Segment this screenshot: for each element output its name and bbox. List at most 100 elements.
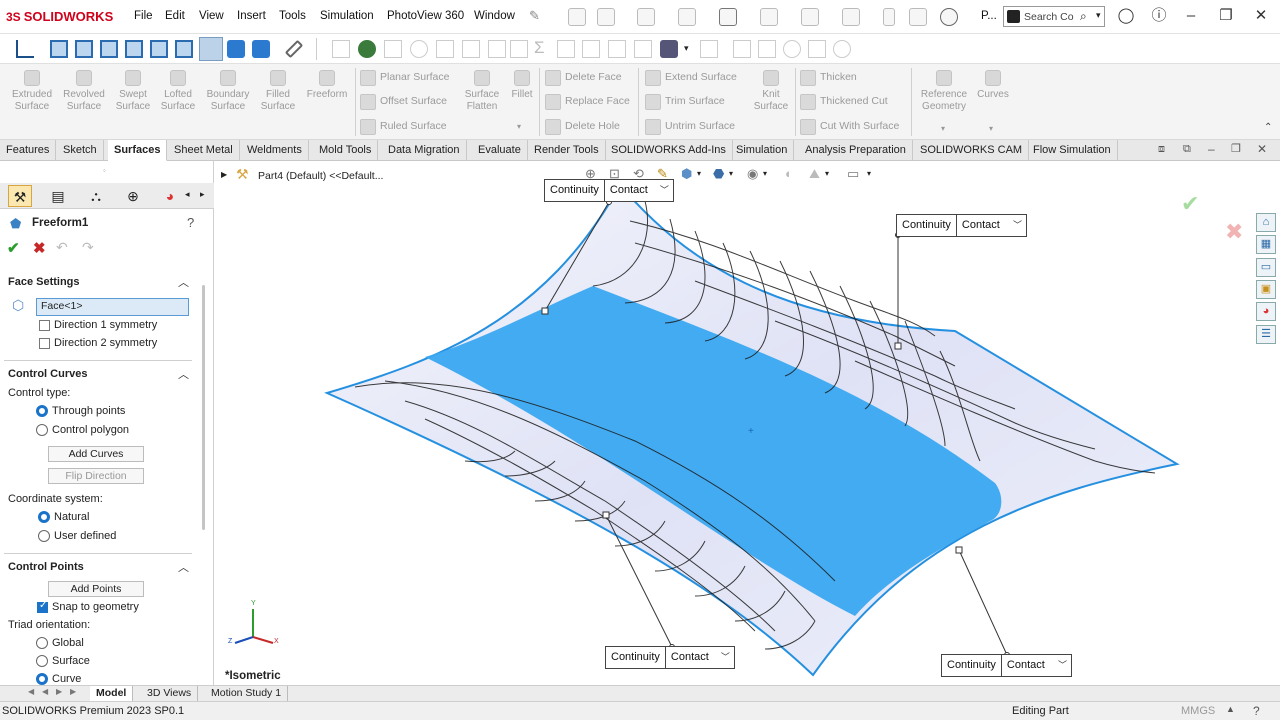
boundary-surface-button[interactable]: Boundary Surface bbox=[202, 68, 254, 113]
symmetry-icon[interactable] bbox=[733, 40, 751, 58]
units-chevron-icon[interactable]: ▲ bbox=[1226, 704, 1235, 714]
trim-surface-button[interactable]: Trim Surface bbox=[643, 93, 725, 110]
user-defined-radio[interactable] bbox=[38, 530, 50, 542]
face-settings-header[interactable]: Face Settings bbox=[8, 276, 80, 288]
doc-nav-right-icon[interactable]: ⧉ bbox=[1183, 143, 1191, 156]
right-view-icon[interactable] bbox=[125, 40, 143, 58]
design-checker-icon[interactable] bbox=[833, 40, 851, 58]
scroll-first-icon[interactable]: ◀ bbox=[28, 687, 34, 696]
filled-surface-button[interactable]: Filled Surface bbox=[256, 68, 300, 113]
extend-surface-button[interactable]: Extend Surface bbox=[643, 69, 737, 86]
dimxpert-icon[interactable]: ⊕ bbox=[121, 185, 145, 207]
continuity-callout-top-left[interactable]: Continuity Contact ﹀ bbox=[544, 179, 674, 202]
tab-features[interactable]: Features bbox=[0, 140, 57, 161]
mass-properties-icon[interactable] bbox=[384, 40, 402, 58]
panel-scrollbar[interactable] bbox=[202, 285, 205, 530]
undercut-icon[interactable] bbox=[634, 40, 652, 58]
print-icon[interactable] bbox=[719, 8, 737, 26]
save-icon[interactable] bbox=[678, 8, 696, 26]
isometric-view-icon[interactable] bbox=[199, 37, 223, 61]
menu-photoview[interactable]: PhotoView 360 bbox=[387, 10, 464, 22]
chevron-down-icon[interactable]: ▾ bbox=[1096, 10, 1101, 21]
search-box[interactable]: Search Co ⌕ ▾ bbox=[1003, 6, 1105, 27]
collapse-ribbon-icon[interactable]: ⌃ bbox=[1264, 122, 1272, 133]
design-library-icon[interactable]: ▦ bbox=[1256, 235, 1276, 254]
tab-surfaces[interactable]: Surfaces bbox=[108, 140, 168, 161]
face-selection-field[interactable]: Face<1> bbox=[36, 298, 189, 316]
user-short[interactable]: P... bbox=[981, 10, 997, 22]
natural-radio[interactable] bbox=[38, 511, 50, 523]
chevron-down-icon[interactable]: ▾ bbox=[989, 124, 993, 133]
direction1-symmetry-checkbox[interactable] bbox=[39, 320, 50, 331]
continuity-dropdown[interactable]: Contact ﹀ bbox=[957, 215, 1026, 236]
tab-mold-tools[interactable]: Mold Tools bbox=[313, 140, 379, 161]
search-icon[interactable]: ⌕ bbox=[1080, 9, 1087, 24]
surface-flatten-button[interactable]: Surface Flatten bbox=[460, 68, 504, 113]
doc-nav-left-icon[interactable]: ⧈ bbox=[1158, 143, 1165, 156]
chevron-down-icon[interactable]: ▾ bbox=[941, 124, 945, 133]
tab-simulation[interactable]: Simulation bbox=[730, 140, 795, 161]
knit-surface-button[interactable]: Knit Surface bbox=[749, 68, 793, 113]
menu-tools[interactable]: Tools bbox=[279, 10, 306, 22]
tab-sketch[interactable]: Sketch bbox=[57, 140, 104, 161]
revolved-surface-button[interactable]: Revolved Surface bbox=[60, 68, 108, 113]
doc-close-icon[interactable]: ✕ bbox=[1257, 142, 1267, 156]
tab-flow-simulation[interactable]: Flow Simulation bbox=[1027, 140, 1118, 161]
tab-evaluate[interactable]: Evaluate bbox=[472, 140, 528, 161]
tab-solidworks-add-ins[interactable]: SOLIDWORKS Add-Ins bbox=[605, 140, 733, 161]
curve-radio[interactable] bbox=[36, 673, 48, 685]
quick-tips-icon[interactable]: ? bbox=[1253, 704, 1260, 718]
continuity-callout-top-right[interactable]: Continuity Contact ﹀ bbox=[896, 214, 1027, 237]
curves-button[interactable]: Curves bbox=[974, 68, 1012, 101]
select-icon[interactable] bbox=[842, 8, 860, 26]
delete-hole-button[interactable]: Delete Hole bbox=[543, 118, 620, 135]
snap-to-geometry-checkbox[interactable] bbox=[37, 600, 48, 613]
tab-scroll-right-icon[interactable]: ▸ bbox=[200, 189, 205, 200]
through-points-radio[interactable] bbox=[36, 405, 48, 417]
tab-3d-views[interactable]: 3D Views bbox=[141, 686, 199, 701]
doc-minimize-icon[interactable]: – bbox=[1208, 142, 1215, 156]
open-icon[interactable] bbox=[637, 8, 655, 26]
back-view-icon[interactable] bbox=[75, 40, 93, 58]
tab-data-migration[interactable]: Data Migration bbox=[382, 140, 467, 161]
account-icon[interactable]: ◯ bbox=[1115, 6, 1137, 26]
menu-view[interactable]: View bbox=[199, 10, 224, 22]
menu-window[interactable]: Window bbox=[474, 10, 515, 22]
feature-manager-icon[interactable]: ⚒ bbox=[8, 185, 32, 207]
units-indicator[interactable]: MMGS bbox=[1181, 705, 1215, 717]
thickened-cut-button[interactable]: Thickened Cut bbox=[798, 93, 888, 110]
doc-restore-icon[interactable]: ❐ bbox=[1231, 142, 1241, 155]
freeform-surface-model[interactable]: + bbox=[215, 161, 1280, 685]
bottom-view-icon[interactable] bbox=[175, 40, 193, 58]
display-manager-icon[interactable]: ◕ bbox=[158, 185, 182, 207]
rebuild-icon[interactable] bbox=[883, 8, 895, 26]
sum-icon[interactable]: Σ bbox=[534, 38, 545, 58]
fillet-button[interactable]: Fillet bbox=[507, 68, 537, 101]
flip-direction-button[interactable]: Flip Direction bbox=[48, 468, 144, 484]
ok-check-icon[interactable]: ✔ bbox=[7, 239, 20, 257]
graphics-area[interactable]: ▶ ⚒ Part4 (Default) <<Default... ⊕ ⊡ ⟲ ✎… bbox=[215, 161, 1280, 685]
dimetric-view-icon[interactable] bbox=[252, 40, 270, 58]
smart-dimension-icon[interactable] bbox=[332, 40, 350, 58]
control-polygon-radio[interactable] bbox=[36, 424, 48, 436]
front-view-icon[interactable] bbox=[50, 40, 68, 58]
continuity-dropdown[interactable]: Contact ﹀ bbox=[605, 180, 673, 201]
continuity-dropdown[interactable]: Contact ﹀ bbox=[666, 647, 734, 668]
curvature-icon[interactable] bbox=[582, 40, 600, 58]
panel-grip-icon[interactable]: ◦ bbox=[103, 166, 106, 175]
geometry-analysis-icon[interactable] bbox=[462, 40, 480, 58]
new-document-icon[interactable] bbox=[597, 8, 615, 26]
chevron-down-icon[interactable]: ▾ bbox=[517, 122, 521, 131]
appearances-icon[interactable]: ◕ bbox=[1256, 302, 1276, 321]
tab-render-tools[interactable]: Render Tools bbox=[528, 140, 606, 161]
cancel-x-icon[interactable]: ✖ bbox=[33, 239, 46, 257]
global-radio[interactable] bbox=[36, 637, 48, 649]
extruded-surface-button[interactable]: Extruded Surface bbox=[6, 68, 58, 113]
search-input[interactable]: Search Co bbox=[1024, 11, 1074, 23]
home-icon[interactable] bbox=[568, 8, 586, 26]
menu-simulation[interactable]: Simulation bbox=[320, 10, 374, 22]
section-properties-icon[interactable] bbox=[410, 40, 428, 58]
minimize-icon[interactable]: – bbox=[1180, 6, 1202, 26]
redo-icon[interactable] bbox=[801, 8, 819, 26]
menu-insert[interactable]: Insert bbox=[237, 10, 266, 22]
